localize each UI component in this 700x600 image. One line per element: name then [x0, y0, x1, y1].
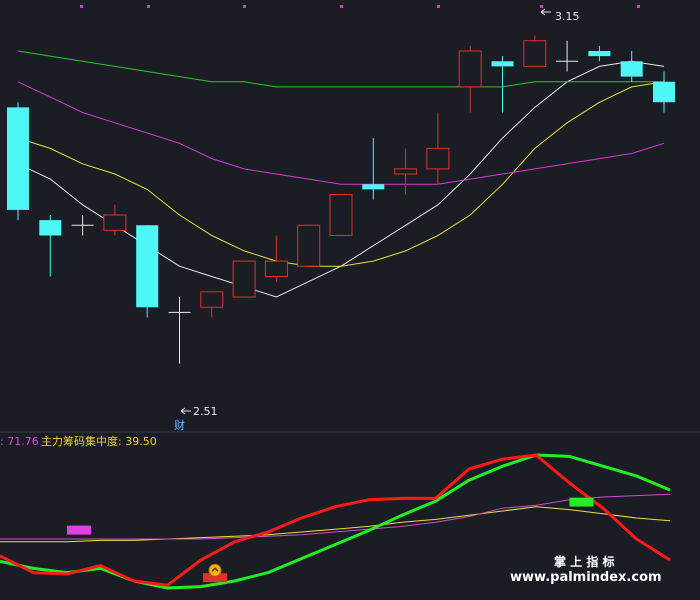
stock-chart: 3.15 2.51 财 : 71.76 主力筹码集中度: 39.50 掌 上 指… [0, 0, 700, 600]
top-marker-dot [437, 5, 440, 8]
top-marker-dot [80, 5, 83, 8]
candle-body [329, 194, 353, 236]
candle-body [297, 224, 321, 267]
candle-body [39, 220, 62, 236]
candle-body [264, 260, 288, 277]
candle-body [394, 168, 418, 175]
watermark-title: 掌 上 指 标 [554, 554, 615, 569]
top-marker-dot [637, 5, 640, 8]
indicator-signal-block [569, 497, 594, 507]
chart-background [0, 0, 700, 600]
top-marker-dot [147, 5, 150, 8]
indicator-signal-block [67, 525, 91, 535]
financial-report-marker: 财 [174, 418, 185, 432]
candle-body [653, 81, 675, 103]
candle-body [523, 40, 547, 67]
candle-body [426, 147, 450, 170]
top-marker-dot [540, 5, 543, 8]
low-price-label: 2.51 [193, 405, 218, 418]
candle-body [620, 61, 643, 77]
candle-body [491, 61, 514, 67]
watermark-url: www.palmindex.com [510, 570, 662, 585]
candle-body [362, 184, 385, 190]
candle-body [103, 214, 127, 231]
candle-body [588, 51, 611, 57]
top-marker-dot [340, 5, 343, 8]
top-marker-dot [243, 5, 246, 8]
buy-signal-badge [208, 563, 222, 577]
candle-body [200, 291, 224, 308]
candle-body [7, 107, 29, 210]
candle-body [232, 260, 256, 298]
high-price-label: 3.15 [555, 10, 580, 23]
candle-body [458, 50, 482, 88]
indicator-legend-value-1: : 71.76 [0, 435, 39, 448]
candle-body [136, 225, 159, 308]
indicator-legend-value-2: 主力筹码集中度: 39.50 [41, 434, 157, 448]
